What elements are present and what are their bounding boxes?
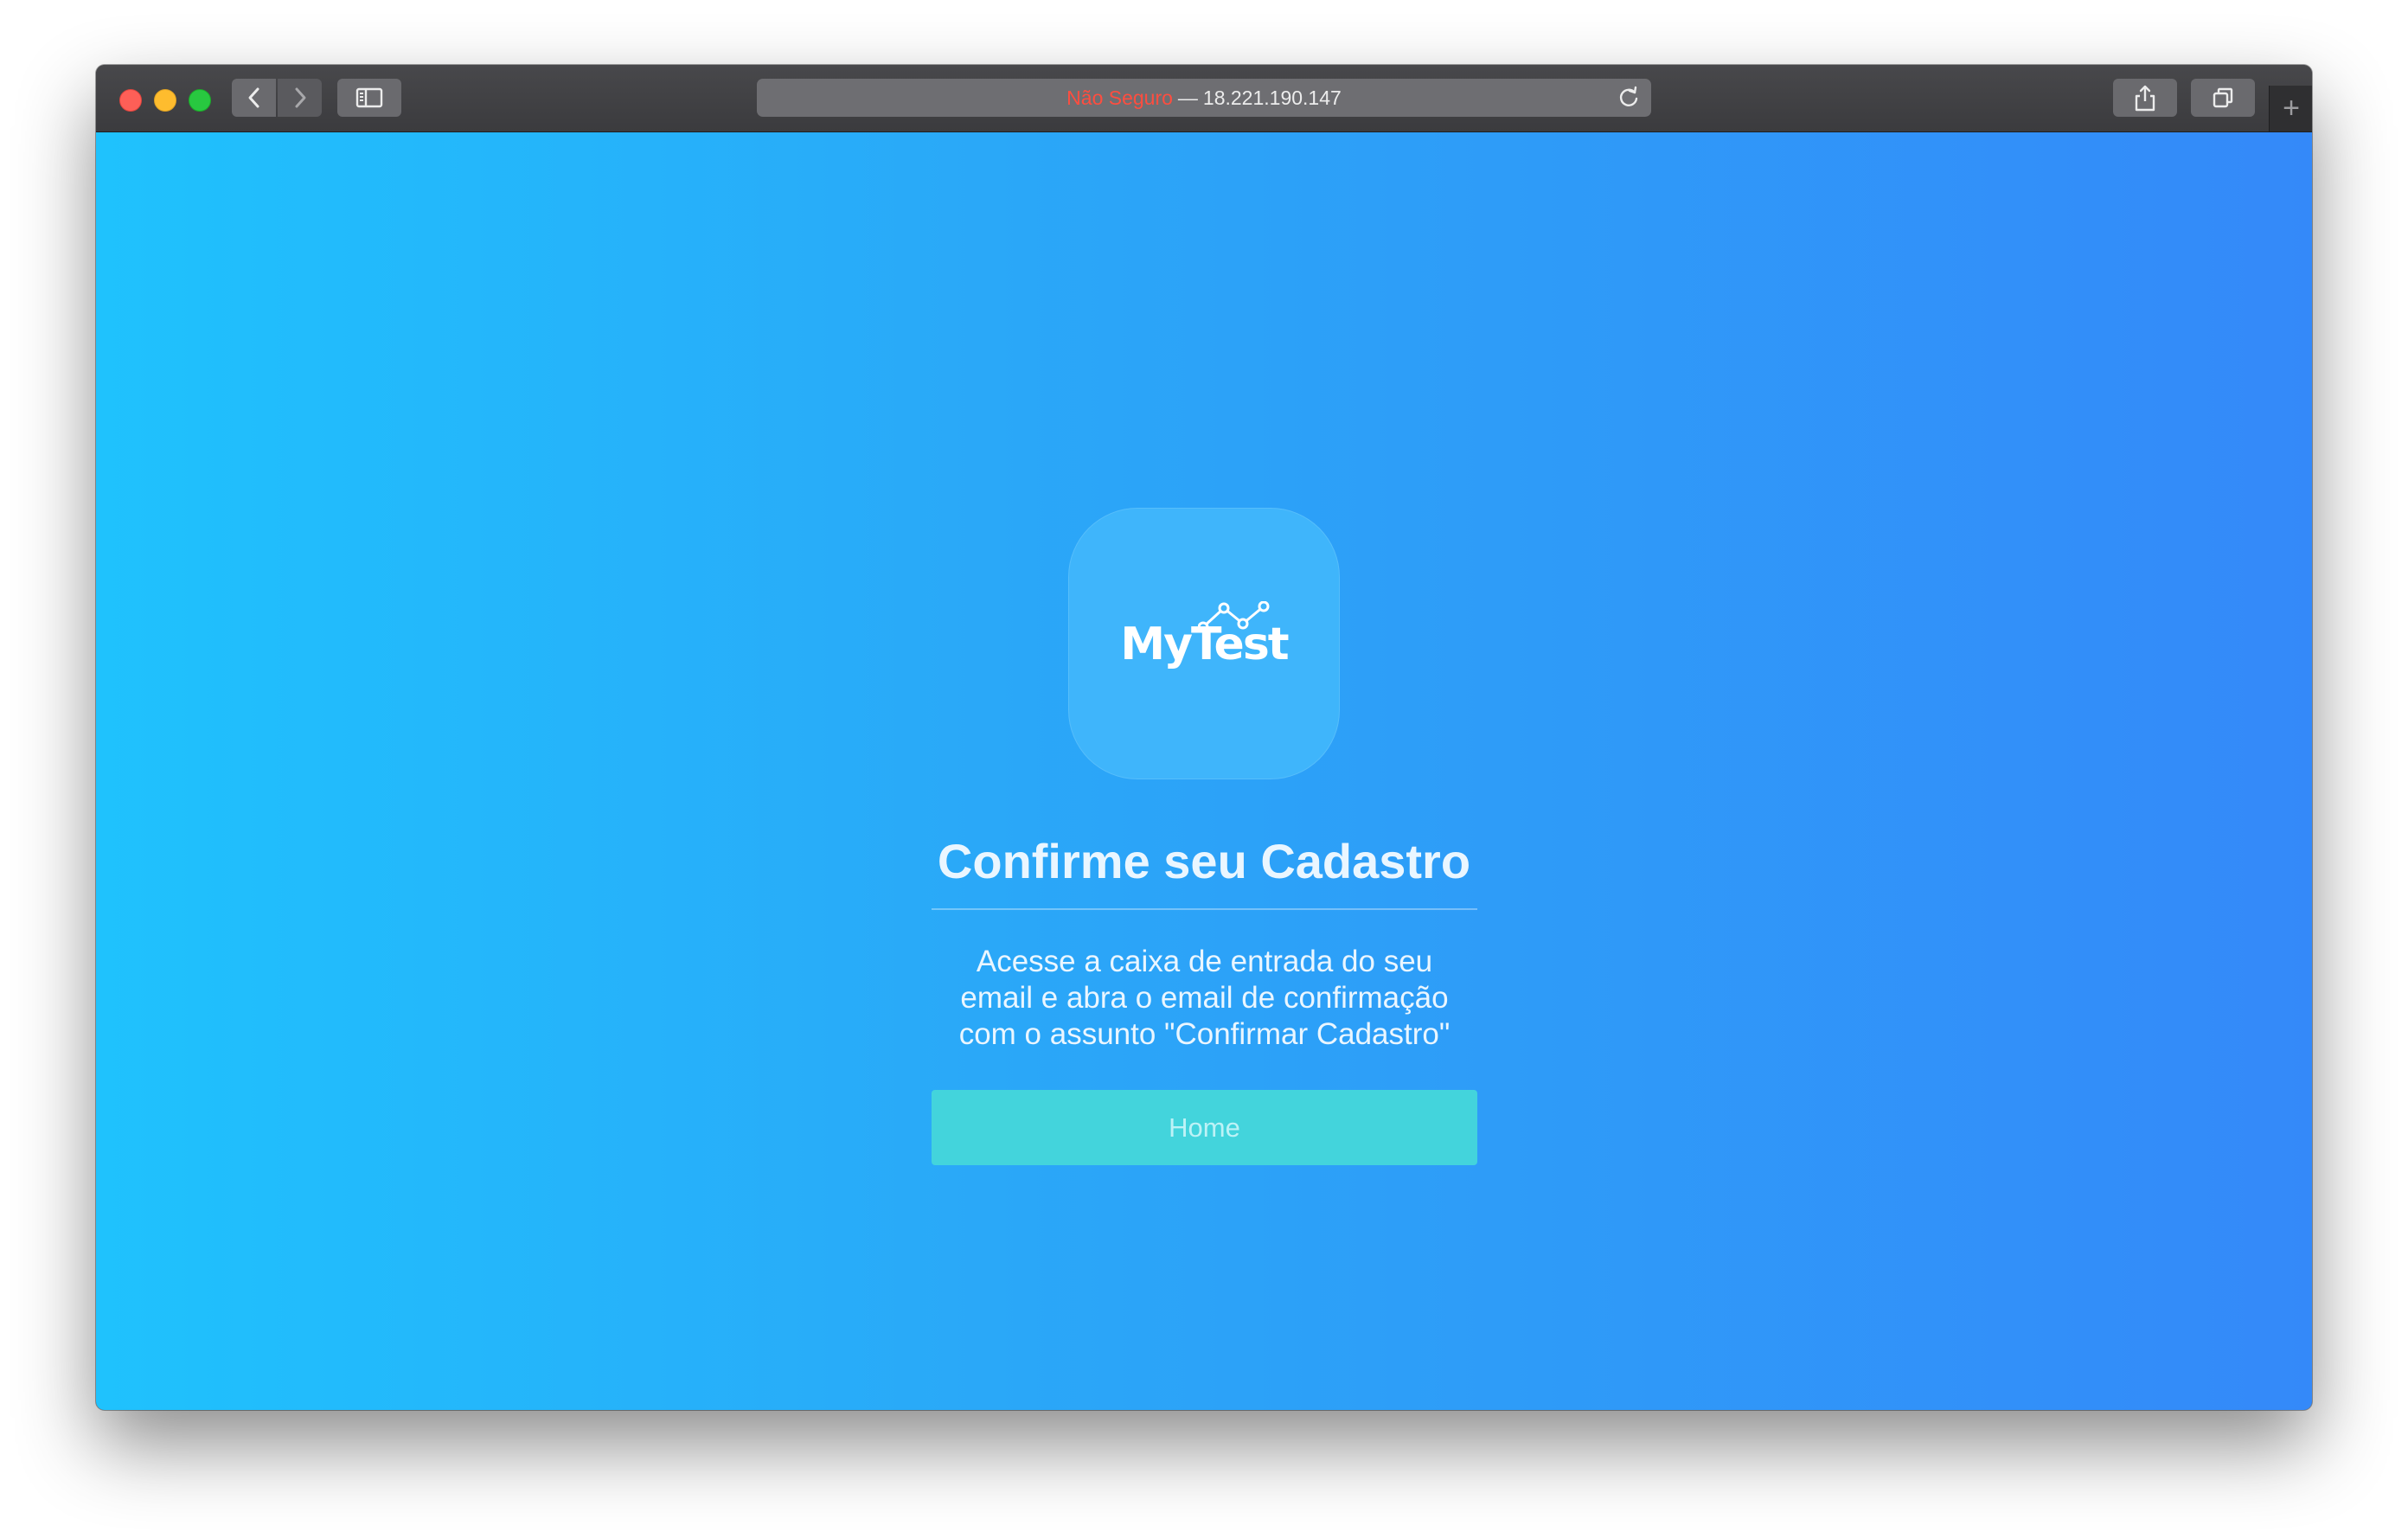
tab-overview-icon (2213, 87, 2233, 108)
minimize-window-button[interactable] (154, 89, 176, 112)
tab-overview-button[interactable] (2191, 79, 2255, 117)
page-content: MyTest Confirme seu Cadastro Acesse a ca… (96, 132, 2312, 1410)
security-warning-label: Não Seguro (1066, 86, 1173, 109)
page-title: Confirme seu Cadastro (937, 834, 1471, 888)
message-line: email e abra o email de confirmação (960, 981, 1449, 1015)
address-bar[interactable]: Não Seguro — 18.221.190.147 (757, 79, 1651, 117)
title-divider (932, 908, 1477, 910)
new-tab-button[interactable]: + (2269, 86, 2312, 131)
message-line: Acesse a caixa de entrada do seu (976, 945, 1433, 978)
close-window-button[interactable] (119, 89, 142, 112)
zoom-window-button[interactable] (189, 89, 211, 112)
share-button[interactable] (2113, 79, 2177, 117)
share-icon (2135, 85, 2155, 112)
confirmation-message: Acesse a caixa de entrada do seu email e… (932, 944, 1477, 1053)
reload-icon (1619, 86, 1638, 106)
chevron-right-icon (295, 87, 305, 108)
address-separator: — (1177, 86, 1198, 109)
navigation-buttons (232, 79, 322, 117)
back-button[interactable] (232, 79, 276, 117)
logo-text: MyTest (1120, 618, 1289, 670)
screen: Não Seguro — 18.221.190.147 + MyTest Con… (0, 0, 2408, 1538)
address-host: 18.221.190.147 (1202, 86, 1342, 109)
home-button[interactable]: Home (932, 1090, 1477, 1165)
sidebar-toggle-button[interactable] (337, 79, 401, 117)
message-line: com o assunto "Confirmar Cadastro" (958, 1017, 1451, 1051)
browser-window: Não Seguro — 18.221.190.147 + MyTest Con… (96, 65, 2312, 1410)
sidebar-icon (355, 87, 383, 108)
app-logo: MyTest (1068, 508, 1340, 779)
chevron-left-icon (248, 87, 259, 108)
reload-button[interactable] (1617, 86, 1641, 110)
browser-toolbar: Não Seguro — 18.221.190.147 + (96, 65, 2312, 132)
forward-button[interactable] (278, 79, 322, 117)
